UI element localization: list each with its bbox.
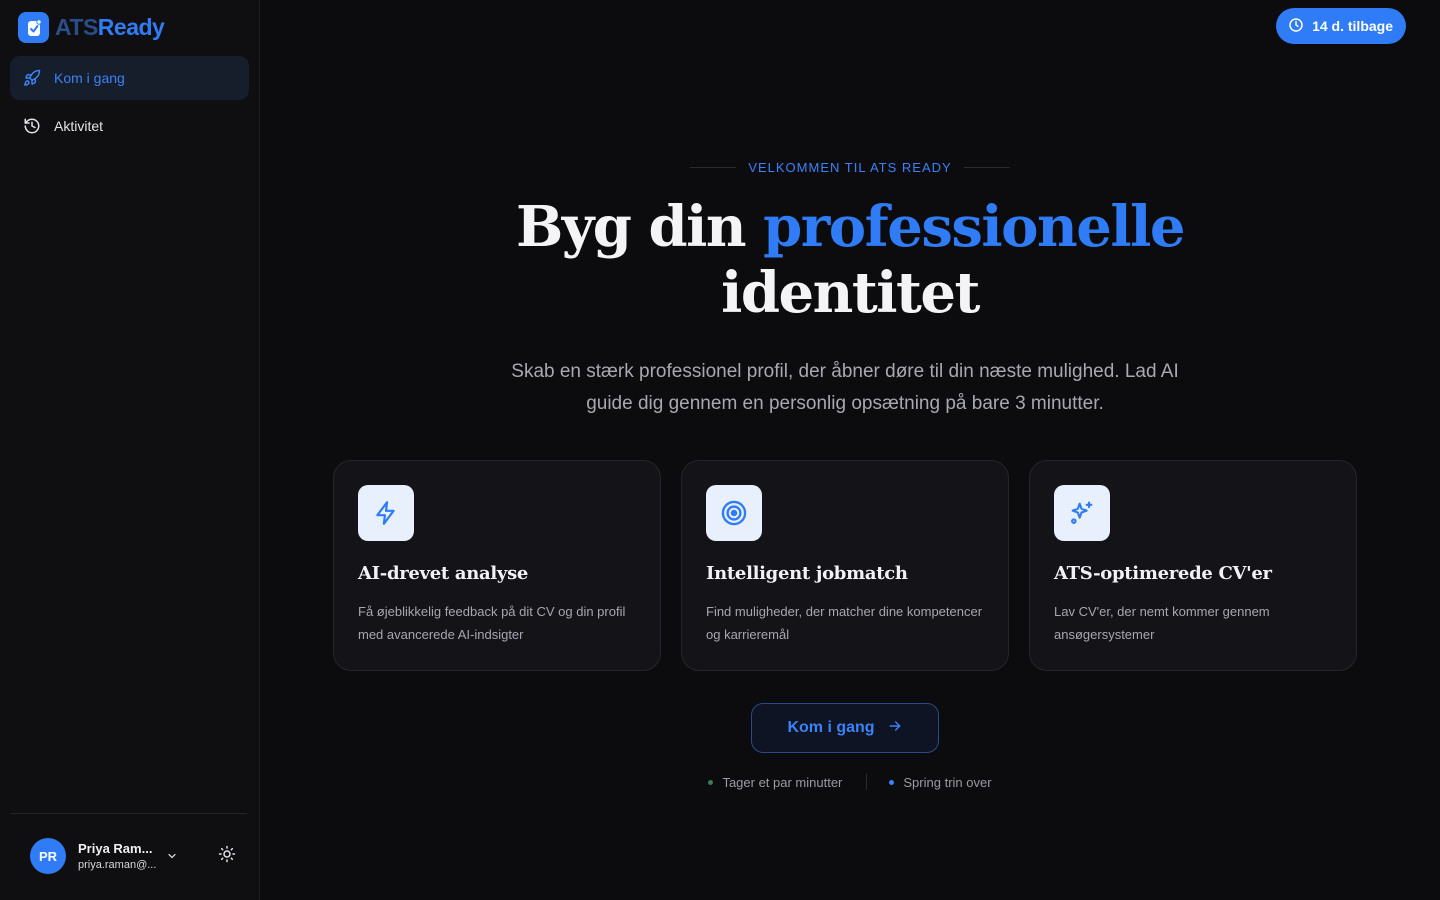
- status-dot: [708, 779, 714, 785]
- target-icon: [706, 485, 762, 541]
- eyebrow-line-right: [963, 167, 1010, 168]
- cta-label: Kom i gang: [787, 719, 875, 736]
- meta-time-label: Tager et par minutter: [722, 774, 843, 790]
- user-email: priya.raman@...: [78, 859, 157, 871]
- sidebar-item-label: Aktivitet: [54, 118, 104, 134]
- title-part-1: Byg din: [515, 194, 764, 260]
- sparkles-icon: [1054, 485, 1110, 541]
- logo-icon: [18, 12, 49, 43]
- page-title: Byg din professionelle identitet: [260, 194, 1440, 326]
- sidebar-item-kom-i-gang[interactable]: Kom i gang: [10, 56, 249, 100]
- app-logo[interactable]: ATSReady: [18, 12, 165, 43]
- theme-toggle-button[interactable]: [216, 845, 238, 867]
- meta-skip-label: Spring trin over: [903, 774, 992, 790]
- sun-icon: [218, 845, 236, 868]
- title-part-2: identitet: [721, 260, 980, 326]
- lightning-icon: [358, 485, 414, 541]
- feature-card: Intelligent jobmatch Find muligheder, de…: [681, 460, 1009, 671]
- feature-cards: AI-drevet analyse Få øjeblikkelig feedba…: [333, 460, 1357, 671]
- card-title: AI-drevet analyse: [358, 563, 529, 584]
- user-info: Priya Ram... priya.raman@...: [78, 841, 156, 871]
- rocket-icon: [22, 68, 42, 88]
- sidebar-item-label: Kom i gang: [54, 70, 125, 86]
- card-description: Find muligheder, der matcher dine kompet…: [706, 604, 983, 642]
- sidebar: ATSReady Kom i gang Aktivitet PR Priya R…: [0, 0, 260, 900]
- sidebar-divider: [10, 813, 247, 814]
- title-accent: professionelle: [763, 194, 1185, 260]
- eyebrow-line-left: [690, 167, 737, 168]
- arrow-right-icon: [887, 718, 903, 739]
- logo-text: ATSReady: [55, 14, 165, 40]
- meta-info: Tager et par minutter Spring trin over: [260, 774, 1440, 790]
- history-icon: [22, 116, 42, 136]
- meta-time: Tager et par minutter: [708, 775, 842, 790]
- eyebrow-text: VELKOMMEN TIL ATS READY: [748, 160, 952, 175]
- feature-card: AI-drevet analyse Få øjeblikkelig feedba…: [333, 460, 661, 671]
- avatar: PR: [30, 838, 66, 874]
- card-title: ATS-optimerede CV'er: [1054, 563, 1272, 584]
- meta-separator: [866, 774, 868, 790]
- status-dot: [889, 779, 895, 785]
- feature-card: ATS-optimerede CV'er Lav CV'er, der nemt…: [1029, 460, 1357, 671]
- sidebar-item-aktivitet[interactable]: Aktivitet: [10, 104, 249, 148]
- card-title: Intelligent jobmatch: [706, 563, 908, 584]
- skip-steps-link[interactable]: Spring trin over: [889, 774, 992, 790]
- card-description: Få øjeblikkelig feedback på dit CV og di…: [358, 604, 626, 642]
- chevron-down-icon[interactable]: [164, 848, 180, 864]
- page-subtitle: Skab en stærk professionel profil, der å…: [511, 361, 1179, 414]
- eyebrow: VELKOMMEN TIL ATS READY: [260, 160, 1440, 175]
- sidebar-nav: Kom i gang Aktivitet: [10, 56, 249, 152]
- user-name: Priya Ram...: [78, 841, 153, 856]
- card-description: Lav CV'er, der nemt kommer gennem ansøge…: [1054, 604, 1270, 642]
- main-content: VELKOMMEN TIL ATS READY Byg din professi…: [260, 0, 1440, 900]
- user-menu[interactable]: PR Priya Ram... priya.raman@...: [30, 838, 180, 874]
- get-started-button[interactable]: Kom i gang: [751, 703, 939, 753]
